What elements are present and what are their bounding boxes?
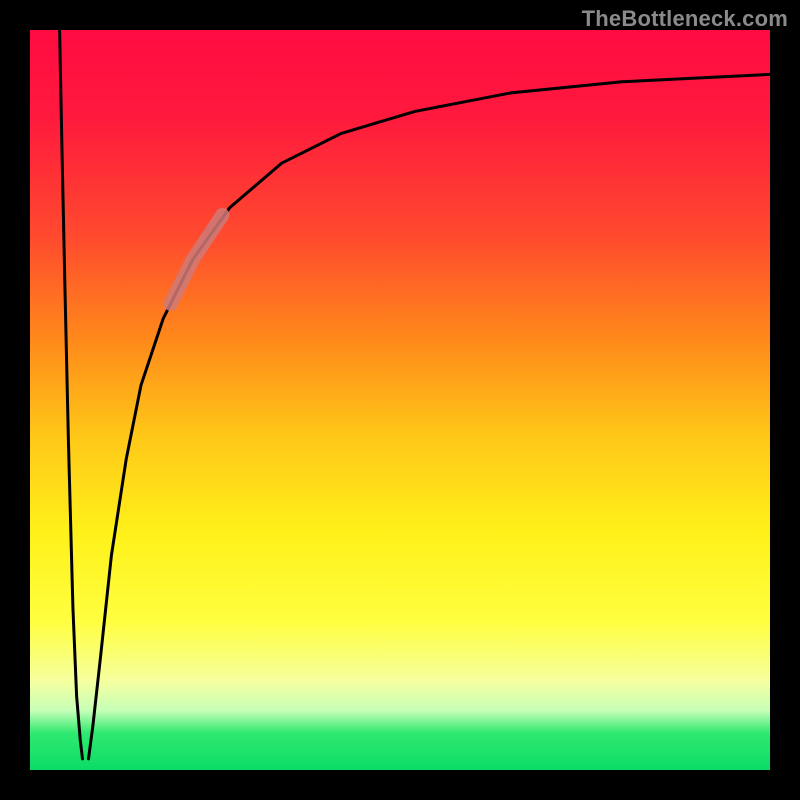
chart-stage: TheBottleneck.com	[0, 0, 800, 800]
curve-left-branch	[60, 30, 83, 759]
curve-layer	[30, 30, 770, 770]
curve-highlight	[171, 215, 223, 304]
curve-right-branch	[89, 74, 771, 759]
plot-area	[30, 30, 770, 770]
watermark-text: TheBottleneck.com	[582, 6, 788, 32]
